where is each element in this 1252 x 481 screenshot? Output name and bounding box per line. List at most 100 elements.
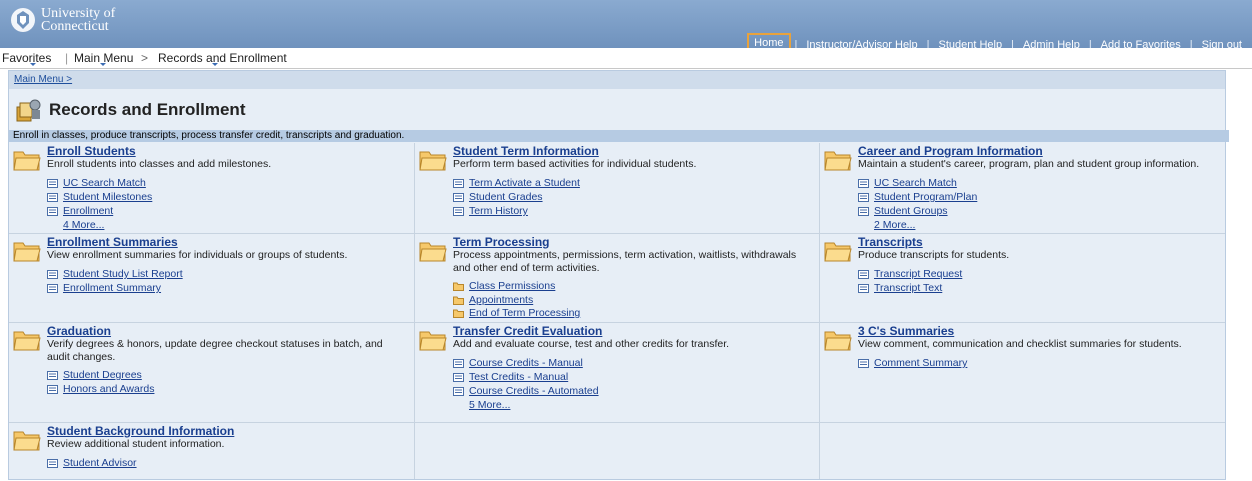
- category-grid: Enroll Students Enroll students into cla…: [9, 143, 1225, 479]
- university-seal-icon: [11, 8, 35, 32]
- category-description: Verify degrees & honors, update degree c…: [47, 338, 383, 363]
- link-student-groups[interactable]: Student Groups: [858, 205, 948, 217]
- link-label: Course Credits - Manual: [469, 357, 583, 369]
- favorites-dropdown-icon: [30, 63, 36, 66]
- page-icon: [858, 283, 869, 293]
- nav-favorites[interactable]: Favorites: [2, 51, 51, 65]
- category-description: Process appointments, permissions, term …: [453, 249, 797, 274]
- category-description: View comment, communication and checklis…: [858, 338, 1182, 350]
- category-description: Maintain a student's career, program, pl…: [858, 158, 1200, 170]
- page-icon: [47, 283, 58, 293]
- link-label: Course Credits - Automated: [469, 385, 599, 397]
- category-enroll-students: Enroll Students Enroll students into cla…: [9, 143, 415, 234]
- nav-records-enrollment[interactable]: Records and Enrollment: [158, 51, 287, 65]
- small-folder-icon: [453, 296, 464, 305]
- link-student-program-plan[interactable]: Student Program/Plan: [858, 191, 977, 203]
- crumb-bar: [9, 71, 1225, 89]
- link-label: Honors and Awards: [63, 383, 155, 395]
- page-icon: [47, 370, 58, 380]
- more-link[interactable]: 5 More...: [469, 399, 510, 411]
- header-bar: University of Connecticut Home | Instruc…: [0, 0, 1252, 53]
- page-icon: [453, 372, 464, 382]
- link-label: Student Program/Plan: [874, 191, 978, 203]
- category-description: Enroll students into classes and add mil…: [47, 158, 272, 170]
- university-logo[interactable]: University of Connecticut: [10, 7, 115, 34]
- category-description: Review additional student information.: [47, 438, 225, 450]
- category-title[interactable]: Transfer Credit Evaluation: [453, 324, 602, 338]
- link-transcript-text[interactable]: Transcript Text: [858, 282, 942, 294]
- category-title[interactable]: Student Background Information: [47, 424, 234, 438]
- folder-icon: [419, 331, 447, 351]
- link-enrollment-summary[interactable]: Enrollment Summary: [47, 282, 161, 294]
- link-label: Student Grades: [469, 191, 543, 203]
- category-title[interactable]: Transcripts: [858, 235, 923, 249]
- category-title[interactable]: Career and Program Information: [858, 144, 1043, 158]
- page-icon: [453, 206, 464, 216]
- link-student-advisor[interactable]: Student Advisor: [47, 457, 137, 469]
- records-dropdown-icon: [212, 63, 218, 66]
- menu-breadcrumb-bar: Favorites | Main Menu > Records and Enro…: [0, 48, 1252, 69]
- link-course-credits-manual[interactable]: Course Credits - Manual: [453, 357, 583, 369]
- folder-icon: [824, 242, 852, 262]
- link-student-grades[interactable]: Student Grades: [453, 191, 543, 203]
- page-icon: [453, 178, 464, 188]
- link-enrollment[interactable]: Enrollment: [47, 205, 113, 217]
- empty-cell: [820, 423, 1225, 479]
- university-name: University of Connecticut: [41, 7, 115, 34]
- category-transfer-credit-evaluation: Transfer Credit Evaluation Add and evalu…: [415, 323, 820, 423]
- page-icon: [47, 206, 58, 216]
- link-term-history[interactable]: Term History: [453, 205, 528, 217]
- link-student-milestones[interactable]: Student Milestones: [47, 191, 152, 203]
- link-label: Enrollment Summary: [63, 282, 162, 294]
- folder-icon: [13, 331, 41, 351]
- empty-cell: [415, 423, 820, 479]
- link-label: Transcript Text: [874, 282, 943, 294]
- category-title[interactable]: Term Processing: [453, 235, 549, 249]
- category-title[interactable]: 3 C's Summaries: [858, 324, 954, 338]
- nav-separator: >: [141, 51, 149, 65]
- category-title[interactable]: Enrollment Summaries: [47, 235, 178, 249]
- link-label: UC Search Match: [63, 177, 146, 189]
- link-class-permissions[interactable]: Class Permissions: [453, 280, 555, 292]
- link-appointments[interactable]: Appointments: [453, 294, 533, 306]
- link-label: Enrollment: [63, 205, 114, 217]
- logo-line-2: Connecticut: [41, 19, 109, 34]
- link-label: End of Term Processing: [469, 307, 581, 319]
- category-career-program-information: Career and Program Information Maintain …: [820, 143, 1225, 234]
- folder-icon: [824, 331, 852, 351]
- link-uc-search-match[interactable]: UC Search Match: [47, 177, 146, 189]
- category-enrollment-summaries: Enrollment Summaries View enrollment sum…: [9, 234, 415, 323]
- link-term-activate-student[interactable]: Term Activate a Student: [453, 177, 580, 189]
- more-link[interactable]: 4 More...: [63, 219, 104, 231]
- category-3cs-summaries: 3 C's Summaries View comment, communicat…: [820, 323, 1225, 423]
- link-label: Appointments: [469, 294, 534, 306]
- link-end-of-term-processing[interactable]: End of Term Processing: [453, 307, 580, 319]
- page-icon: [47, 458, 58, 468]
- main-menu-crumb-link[interactable]: Main Menu >: [14, 74, 72, 85]
- link-label: Class Permissions: [469, 280, 556, 292]
- link-course-credits-automated[interactable]: Course Credits - Automated: [453, 385, 599, 397]
- folder-icon: [419, 242, 447, 262]
- link-label: Student Groups: [874, 205, 948, 217]
- more-link[interactable]: 2 More...: [874, 219, 915, 231]
- page-title: Records and Enrollment: [49, 100, 246, 119]
- link-test-credits-manual[interactable]: Test Credits - Manual: [453, 371, 568, 383]
- category-transcripts: Transcripts Produce transcripts for stud…: [820, 234, 1225, 323]
- page-icon: [47, 192, 58, 202]
- link-transcript-request[interactable]: Transcript Request: [858, 268, 962, 280]
- page-icon: [858, 358, 869, 368]
- category-description: Add and evaluate course, test and other …: [453, 338, 730, 350]
- folder-icon: [13, 151, 41, 171]
- category-title[interactable]: Graduation: [47, 324, 111, 338]
- link-student-study-list-report[interactable]: Student Study List Report: [47, 268, 183, 280]
- main-menu-dropdown-icon: [100, 63, 106, 66]
- category-title[interactable]: Student Term Information: [453, 144, 599, 158]
- page-icon: [453, 358, 464, 368]
- link-comment-summary[interactable]: Comment Summary: [858, 357, 967, 369]
- link-student-degrees[interactable]: Student Degrees: [47, 369, 142, 381]
- link-uc-search-match[interactable]: UC Search Match: [858, 177, 957, 189]
- link-honors-awards[interactable]: Honors and Awards: [47, 383, 154, 395]
- page-icon: [453, 192, 464, 202]
- category-title[interactable]: Enroll Students: [47, 144, 136, 158]
- category-description: Perform term based activities for indivi…: [453, 158, 697, 170]
